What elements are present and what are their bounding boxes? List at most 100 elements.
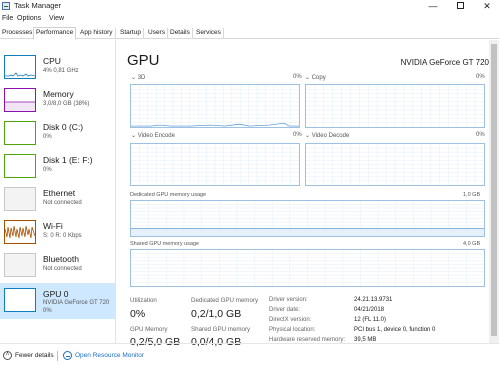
footer-divider: [57, 351, 58, 361]
sidebar-item-ethernet[interactable]: Ethernet Not connected: [0, 182, 116, 215]
driver-date-value: 04/21/2018: [354, 307, 385, 313]
utilization-label: Utilization: [130, 297, 157, 304]
directx-version-label: DirectX version:: [269, 317, 312, 323]
cpu-thumbnail: [4, 55, 36, 79]
maximize-icon: [456, 2, 464, 10]
menu-options[interactable]: Options: [17, 15, 41, 22]
tab-bar: Processes Performance App history Startu…: [0, 27, 499, 40]
graph-3d-percent: 0%: [293, 74, 302, 80]
sidebar-item-memory[interactable]: Memory 3,0/8,0 GB (38%): [0, 83, 116, 116]
tab-performance[interactable]: Performance: [33, 27, 77, 40]
directx-version-value: 12 (FL 11.0): [354, 317, 387, 323]
graph-dedicated-label: Dedicated GPU memory usage: [130, 192, 207, 198]
page-title: GPU: [127, 52, 160, 69]
sidebar-item-sub: Not connected: [43, 200, 82, 206]
sidebar-item-label: Disk 1 (E: F:): [43, 155, 93, 165]
sidebar-item-sub: NVIDIA GeForce GT 720: [43, 300, 110, 306]
gpu-panel: GPU NVIDIA GeForce GT 720 ⌄ 3D 0% ⌄ Copy…: [117, 40, 489, 348]
graph-copy-percent: 0%: [476, 74, 485, 80]
graph-video-encode-percent: 0%: [293, 132, 302, 138]
shared-memory-label: Shared GPU memory: [191, 326, 251, 333]
tab-details[interactable]: Details: [168, 28, 193, 39]
fewer-details-link[interactable]: Fewer details: [15, 352, 54, 359]
dedicated-memory-value: 0,2/1,0 GB: [191, 308, 242, 320]
bluetooth-thumbnail: [4, 253, 36, 277]
disk-1-thumbnail: [4, 154, 36, 178]
title-bar: Task Manager — ✕: [0, 0, 499, 13]
sidebar-item-wifi[interactable]: Wi-Fi S: 0 R: 0 Kbps: [0, 215, 116, 248]
sidebar-item-gpu-0[interactable]: GPU 0 NVIDIA GeForce GT 720 0%: [0, 283, 116, 319]
graph-gridlines: [306, 85, 484, 127]
tab-startup[interactable]: Startup: [118, 28, 144, 39]
wifi-thumbnail: [4, 220, 36, 244]
graph-video-encode-label: ⌄ Video Encode: [131, 133, 175, 139]
menu-view[interactable]: View: [49, 15, 64, 22]
sidebar-item-label: Bluetooth: [43, 254, 79, 264]
utilization-value: 0%: [130, 308, 146, 320]
sidebar-item-sub: 0%: [43, 167, 52, 173]
tab-services[interactable]: Services: [194, 28, 224, 39]
sidebar-item-bluetooth[interactable]: Bluetooth Not connected: [0, 248, 116, 281]
gpu-model-name: NVIDIA GeForce GT 720: [400, 58, 489, 67]
sidebar-item-label: Wi-Fi: [43, 221, 63, 231]
graph-copy[interactable]: [305, 84, 485, 128]
sidebar-item-label: CPU: [43, 56, 61, 66]
resource-sidebar: CPU 4% 0,81 GHz Memory 3,0/8,0 GB (38%) …: [0, 40, 116, 343]
graph-video-decode[interactable]: [305, 143, 485, 186]
graph-shared-max: 4,0 GB: [463, 241, 481, 247]
footer: ˄ Fewer details Open Resource Monitor: [0, 343, 499, 367]
graph-gridlines: [131, 144, 299, 185]
graph-gridlines: [306, 144, 484, 185]
window-title: Task Manager: [14, 1, 62, 10]
dedicated-memory-label: Dedicated GPU memory: [191, 297, 259, 304]
minimize-button[interactable]: —: [420, 0, 446, 13]
driver-date-label: Driver date:: [269, 307, 301, 313]
maximize-button[interactable]: [447, 0, 473, 13]
sidebar-item-label: Disk 0 (C:): [43, 122, 84, 132]
graph-video-decode-percent: 0%: [476, 132, 485, 138]
graph-dedicated-max: 1,0 GB: [463, 192, 481, 198]
graph-video-decode-label: ⌄ Video Decode: [305, 133, 350, 139]
sidebar-item-sub: 3,0/8,0 GB (38%): [43, 101, 90, 107]
sidebar-item-cpu[interactable]: CPU 4% 0,81 GHz: [0, 50, 116, 83]
task-manager-icon: [2, 2, 10, 10]
close-button[interactable]: ✕: [474, 0, 499, 13]
graph-video-encode[interactable]: [130, 143, 300, 186]
sidebar-item-disk-1[interactable]: Disk 1 (E: F:) 0%: [0, 149, 116, 182]
sidebar-item-sub2: 0%: [43, 308, 52, 314]
tab-users[interactable]: Users: [146, 28, 168, 39]
menu-file[interactable]: File: [2, 15, 13, 22]
sidebar-item-label: Memory: [43, 89, 74, 99]
graph-3d[interactable]: [130, 84, 300, 128]
sidebar-item-label: Ethernet: [43, 188, 76, 198]
resource-monitor-icon[interactable]: [63, 351, 72, 360]
graph-dedicated-memory[interactable]: [130, 200, 485, 237]
scrollbar[interactable]: [489, 40, 499, 343]
graph-shared-label: Shared GPU memory usage: [130, 241, 200, 247]
sidebar-item-sub: 4% 0,81 GHz: [43, 68, 79, 74]
scrollbar-thumb[interactable]: [491, 44, 497, 336]
ethernet-thumbnail: [4, 187, 36, 211]
graph-gridlines: [131, 85, 299, 127]
disk-0-thumbnail: [4, 121, 36, 145]
sidebar-item-label: GPU 0: [43, 289, 69, 299]
sidebar-item-sub: S: 0 R: 0 Kbps: [43, 233, 82, 239]
chevron-up-icon[interactable]: ˄: [3, 351, 12, 360]
open-resource-monitor-link[interactable]: Open Resource Monitor: [75, 352, 144, 359]
sidebar-item-sub: Not connected: [43, 266, 82, 272]
memory-thumbnail: [4, 88, 36, 112]
sidebar-item-disk-0[interactable]: Disk 0 (C:) 0%: [0, 116, 116, 149]
tab-processes[interactable]: Processes: [0, 28, 36, 39]
tab-app-history[interactable]: App history: [78, 28, 116, 39]
physical-location-value: PCI bus 1, device 0, function 0: [354, 327, 436, 333]
gpu-thumbnail: [4, 288, 36, 312]
graph-shared-memory[interactable]: [130, 249, 485, 287]
graph-gridlines: [131, 250, 484, 286]
gpu-memory-label: GPU Memory: [130, 326, 168, 333]
graph-3d-label: ⌄ 3D: [131, 75, 146, 81]
driver-version-value: 24.21.13.9731: [354, 297, 393, 303]
driver-version-label: Driver version:: [269, 297, 308, 303]
graph-copy-label: ⌄ Copy: [305, 75, 326, 81]
sidebar-item-sub: 0%: [43, 134, 52, 140]
physical-location-label: Physical location:: [269, 327, 316, 333]
